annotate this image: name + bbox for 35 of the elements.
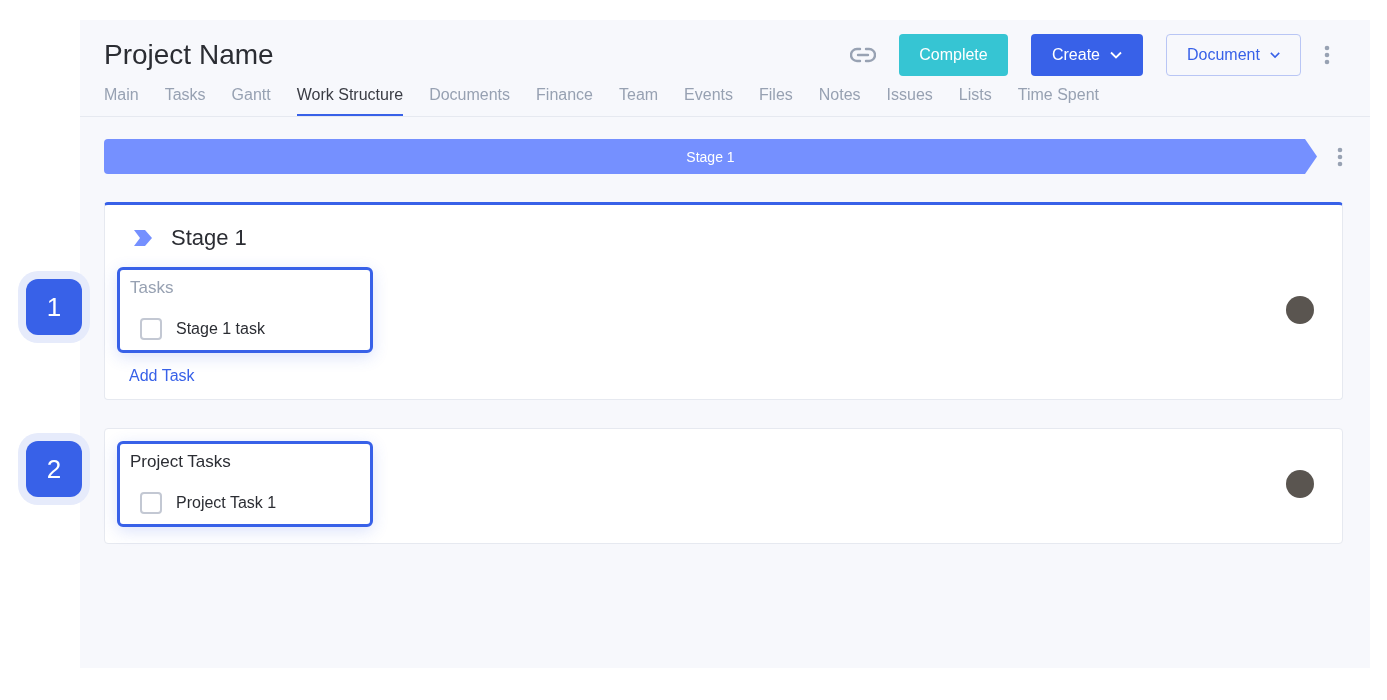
tab[interactable]: Team [619,82,659,116]
tab[interactable]: Documents [429,82,511,116]
tab[interactable]: Issues [886,82,933,116]
tab[interactable]: Main [104,82,139,116]
task-name: Stage 1 task [176,320,265,338]
add-task-link[interactable]: Add Task [129,367,195,385]
complete-button[interactable]: Complete [898,34,1008,76]
project-title: Project Name [104,39,274,71]
tab[interactable]: Finance [536,82,593,116]
tab[interactable]: Gantt [231,82,271,116]
link-button[interactable] [849,47,876,63]
stage-bar[interactable]: Stage 1 [104,139,1317,174]
avatar [1286,470,1314,498]
tab[interactable]: Files [759,82,793,116]
tab[interactable]: Work Structure [296,82,404,116]
task-checkbox[interactable] [140,318,162,340]
task-checkbox[interactable] [140,492,162,514]
task-name: Project Task 1 [176,494,277,512]
link-icon [849,47,876,63]
more-icon[interactable] [1337,146,1343,167]
group-heading: Tasks [130,278,175,298]
chevron-down-icon [1269,51,1280,59]
stage-title: Stage 1 [171,225,247,251]
avatar [1286,296,1314,324]
create-button[interactable]: Create [1030,34,1143,76]
tab[interactable]: Events [684,82,734,116]
document-button[interactable]: Document [1166,34,1301,76]
more-icon[interactable] [1324,45,1330,65]
chevron-down-icon [1110,51,1122,59]
group-heading: Project Tasks [130,452,232,472]
chevron-tag-icon [133,230,153,246]
tab[interactable]: Notes [818,82,861,116]
tab[interactable]: Tasks [164,82,206,116]
tab[interactable]: Time Spent [1017,82,1099,116]
tab[interactable]: Lists [958,82,992,116]
